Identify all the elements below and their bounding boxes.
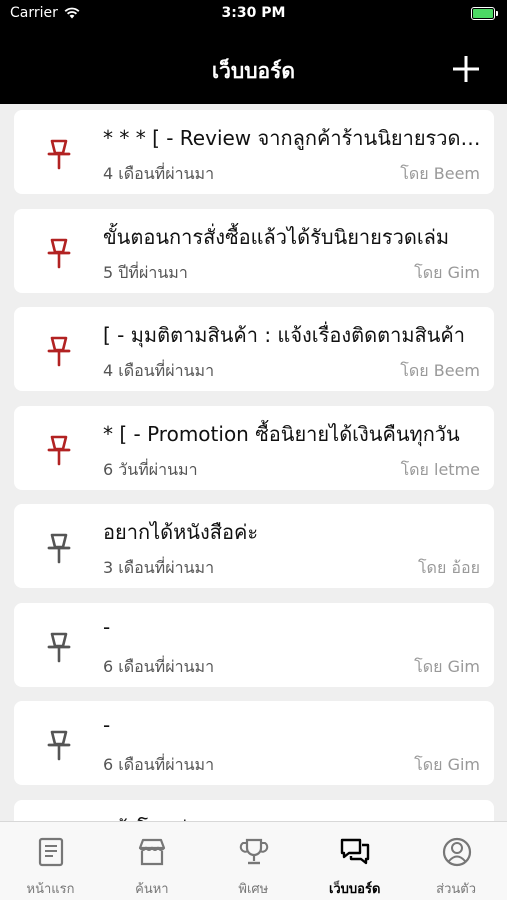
add-post-button[interactable] [451, 54, 481, 84]
post-title: * [ - Promotion ซื้อนิยายได้เงินคืนทุกวั… [103, 421, 460, 446]
post-title: แจ้งโอนค่ะ [103, 812, 483, 822]
post-title: * * * [ - Review จากลูกค้าร้านนิยายรวดเล… [103, 126, 483, 150]
post-title: ขั้นตอนการสั่งซื้อแล้วได้รับนิยายรวดเล่ม [103, 224, 450, 249]
tab-bar: หน้าแรก ค้นหา พิเศษ เว็บบอร์ด ส่วนตัว [0, 821, 507, 900]
pin-icon [45, 434, 73, 466]
tab-label: ค้นหา [135, 882, 169, 897]
chat-bubbles-icon [340, 836, 370, 868]
plus-icon [453, 56, 479, 82]
post-card[interactable]: [ - มุมติตามสินค้า : แจ้งเรื่องติดตามสิน… [14, 307, 494, 391]
post-time: 6 วันที่ผ่านมา [103, 459, 198, 479]
post-time: 4 เดือนที่ผ่านมา [103, 164, 215, 183]
tab-chat-bubbles[interactable]: เว็บบอร์ด [304, 822, 405, 900]
pin-icon [45, 631, 73, 663]
post-time: 6 เดือนที่ผ่านมา [103, 755, 215, 774]
document-icon [36, 836, 66, 868]
post-title: อยากได้หนังสือค่ะ [103, 520, 259, 544]
page-title: เว็บบอร์ด [211, 59, 296, 83]
post-author: โดย Beem [400, 164, 480, 183]
pin-icon [45, 237, 73, 269]
clock: 3:30 PM [221, 5, 286, 21]
post-card[interactable]: ขั้นตอนการสั่งซื้อแล้วได้รับนิยายรวดเล่ม… [14, 208, 494, 293]
post-author: โดย อ้อย [417, 558, 480, 577]
post-author: โดย Gim [414, 755, 480, 774]
post-card[interactable]: * [ - Promotion ซื้อนิยายได้เงินคืนทุกวั… [14, 405, 494, 490]
post-time: 6 เดือนที่ผ่านมา [103, 656, 215, 676]
post-author: โดย Gim [414, 262, 480, 282]
pin-icon [45, 335, 73, 367]
status-bar: Carrier 3:30 PM [0, 0, 507, 30]
post-time: 5 ปีที่ผ่านมา [103, 262, 188, 282]
pin-icon [45, 532, 73, 564]
tab-document[interactable]: หน้าแรก [0, 822, 101, 900]
post-card[interactable]: แจ้งโอนค่ะ [14, 799, 494, 822]
tab-label: ส่วนตัว [436, 882, 477, 897]
post-card[interactable]: - 6 เดือนที่ผ่านมา โดย Gim [14, 701, 494, 785]
post-card[interactable]: อยากได้หนังสือค่ะ 3 เดือนที่ผ่านมา โดย อ้อ… [14, 504, 494, 588]
post-time: 4 เดือนที่ผ่านมา [103, 361, 215, 380]
post-title: - [103, 614, 111, 639]
battery-icon [471, 7, 498, 20]
tab-label: เว็บบอร์ด [328, 882, 381, 897]
pin-icon [45, 138, 73, 170]
pin-icon [45, 729, 73, 761]
post-card[interactable]: * * * [ - Review จากลูกค้าร้านนิยายรวดเล… [14, 110, 494, 194]
user-icon [442, 836, 472, 868]
tab-label: พิเศษ [238, 882, 269, 897]
tab-label: หน้าแรก [26, 882, 75, 897]
post-author: โดย Gim [414, 656, 480, 676]
post-author: โดย letme [400, 459, 480, 479]
app-header: Carrier 3:30 PM เว็บบอร์ด [0, 0, 507, 104]
tab-store[interactable]: ค้นหา [101, 822, 202, 900]
post-title: - [103, 713, 111, 737]
post-author: โดย Beem [400, 361, 480, 380]
post-title: [ - มุมติตามสินค้า : แจ้งเรื่องติดตามสิน… [103, 323, 466, 347]
post-card[interactable]: - 6 เดือนที่ผ่านมา โดย Gim [14, 602, 494, 687]
store-icon [137, 836, 167, 868]
tab-trophy[interactable]: พิเศษ [203, 822, 304, 900]
post-list[interactable]: * * * [ - Review จากลูกค้าร้านนิยายรวดเล… [0, 104, 507, 821]
tab-user[interactable]: ส่วนตัว [406, 822, 507, 900]
trophy-icon [239, 836, 269, 868]
post-time: 3 เดือนที่ผ่านมา [103, 558, 215, 577]
